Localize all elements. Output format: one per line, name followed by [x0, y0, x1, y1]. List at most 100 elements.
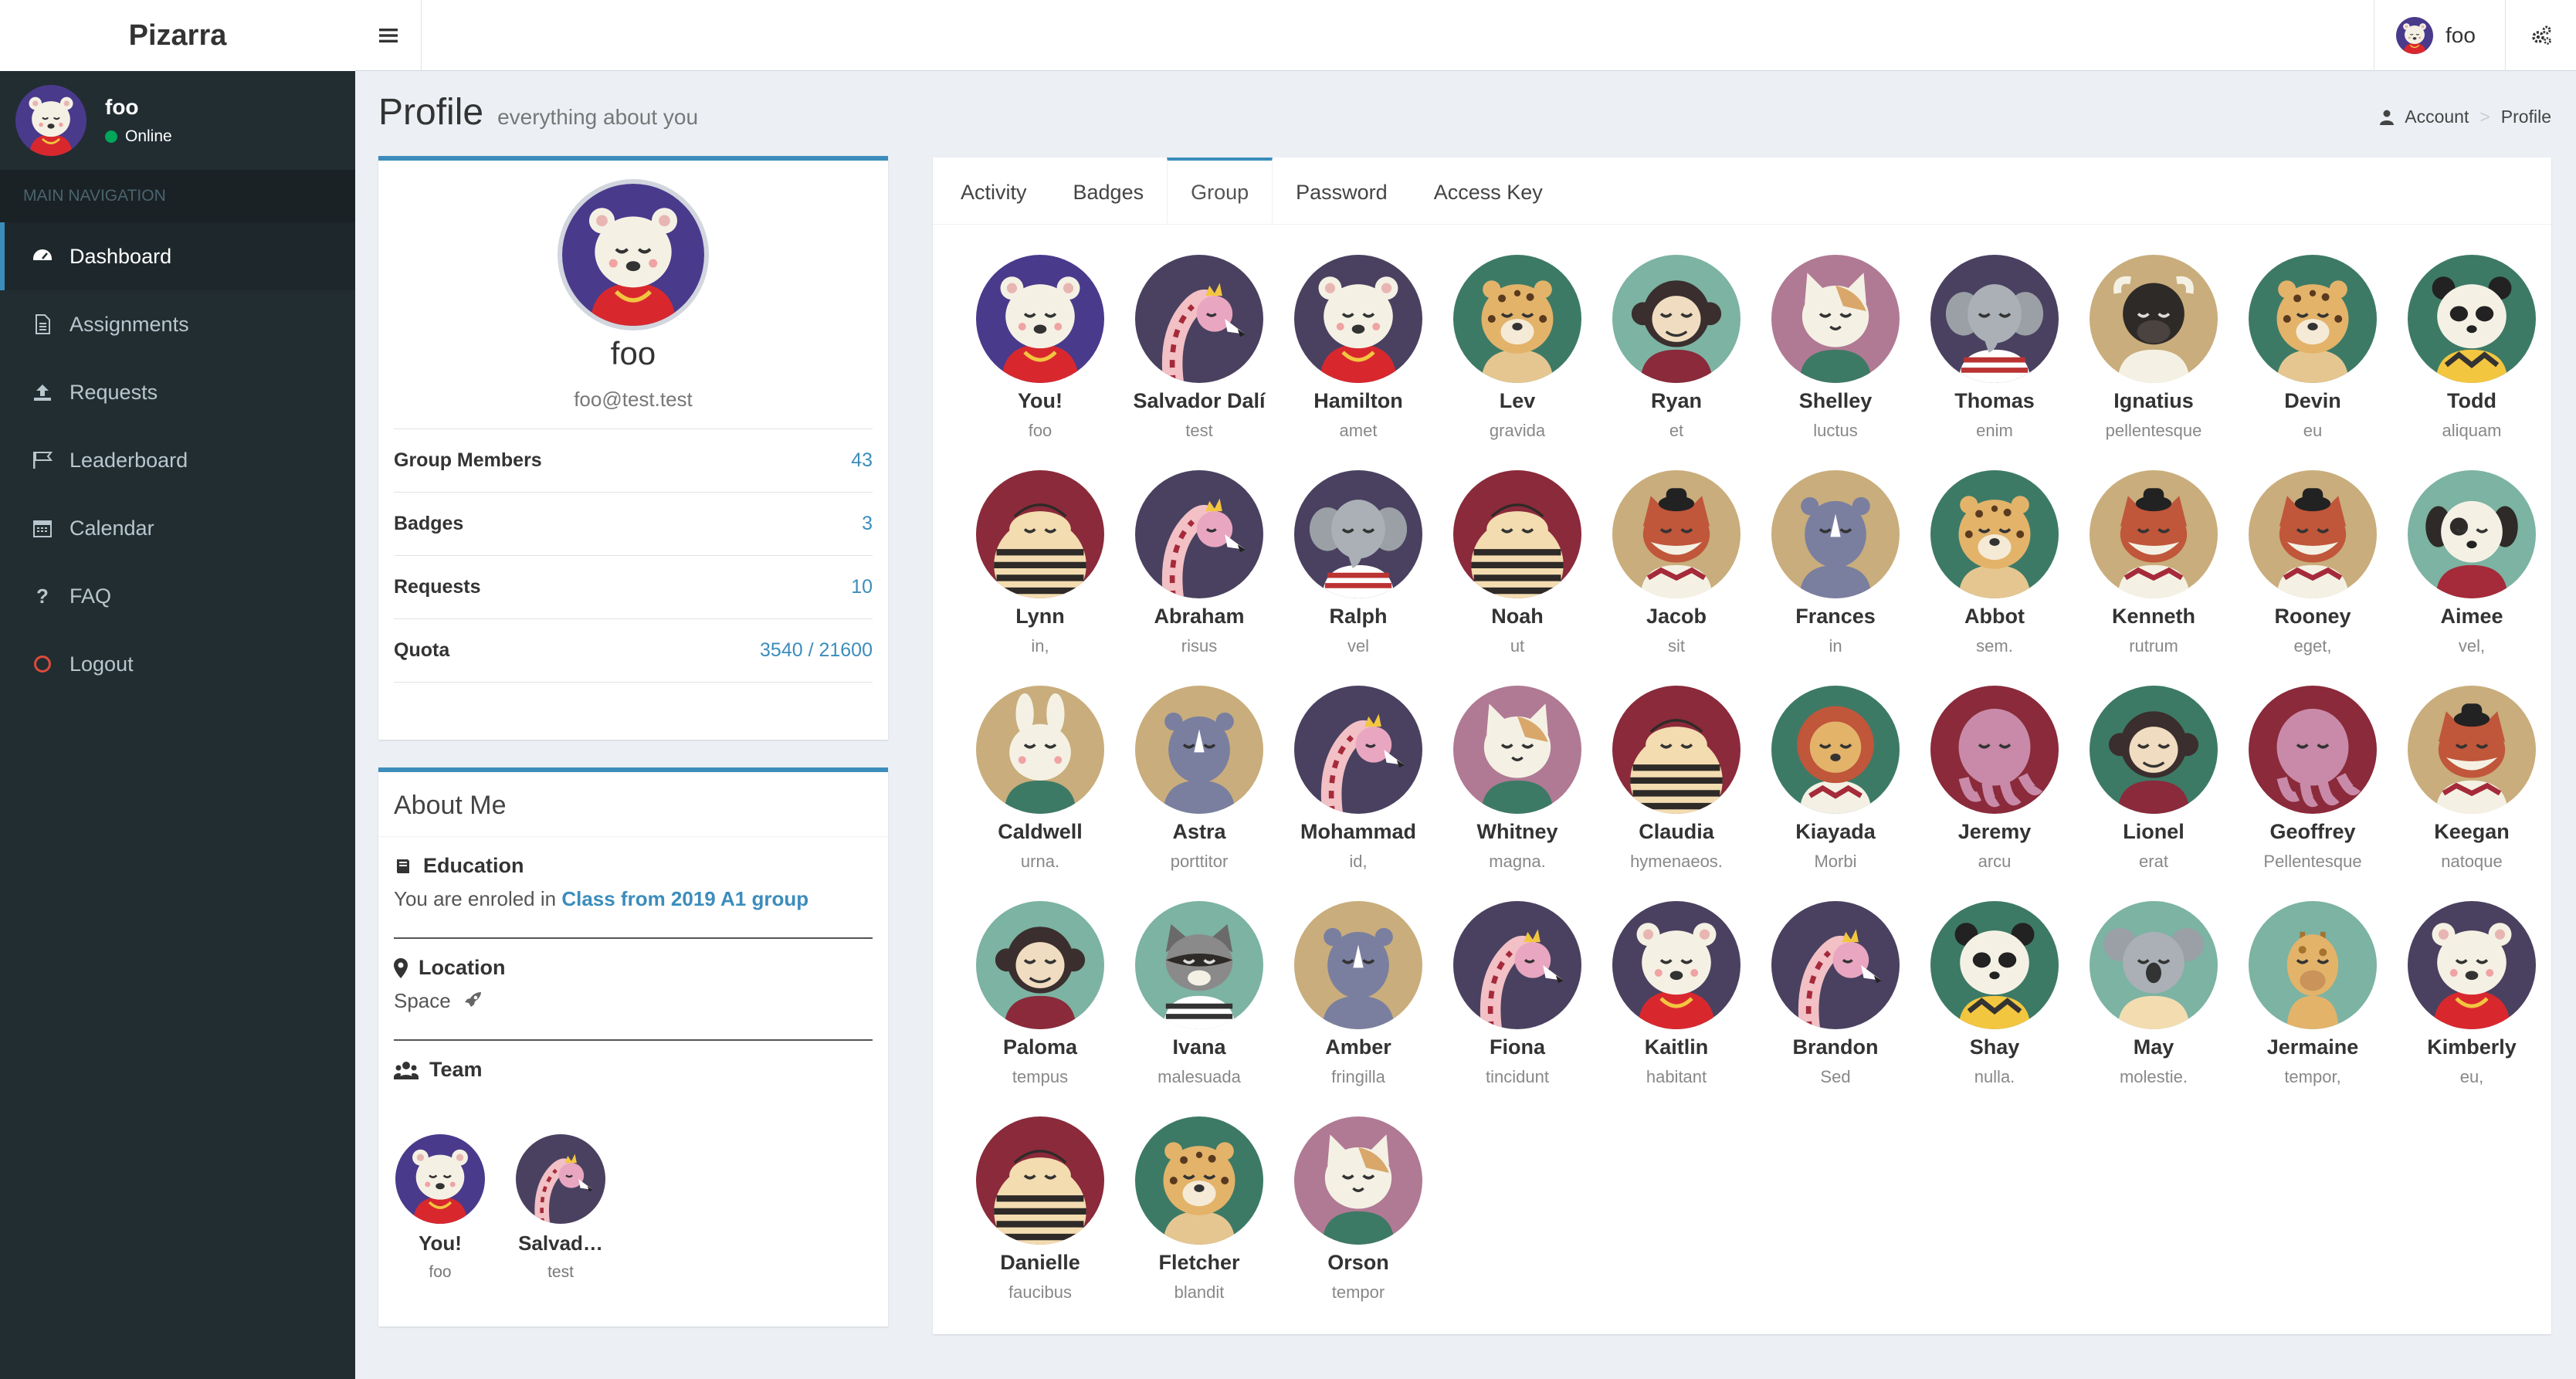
- member-subtitle: sem.: [1976, 636, 2013, 656]
- team-member-subtitle: foo: [429, 1263, 452, 1281]
- group-member-card[interactable]: You! foo: [961, 255, 1120, 441]
- group-member-card[interactable]: Lionel erat: [2074, 686, 2233, 872]
- group-member-card[interactable]: Fletcher blandit: [1120, 1116, 1279, 1303]
- sidebar-item-leaderboard[interactable]: Leaderboard: [0, 426, 355, 494]
- group-member-card[interactable]: Rooney eget,: [2233, 470, 2392, 656]
- group-member-card[interactable]: Kenneth rutrum: [2074, 470, 2233, 656]
- settings-button[interactable]: [2505, 0, 2576, 71]
- group-member-card[interactable]: Kimberly eu,: [2392, 901, 2551, 1087]
- sidebar-item-dashboard[interactable]: Dashboard: [0, 222, 355, 290]
- member-subtitle: tempor: [1331, 1282, 1385, 1302]
- question-icon: ?: [36, 584, 49, 608]
- tab-badges[interactable]: Badges: [1050, 158, 1168, 224]
- education-text: You are enroled in Class from 2019 A1 gr…: [394, 887, 809, 910]
- group-member-card[interactable]: Salvador Dalí test: [1120, 255, 1279, 441]
- group-member-card[interactable]: Keegan natoque: [2392, 686, 2551, 872]
- group-member-card[interactable]: Todd aliquam: [2392, 255, 2551, 441]
- group-member-card[interactable]: Paloma tempus: [961, 901, 1120, 1087]
- avatar: [1612, 470, 1740, 598]
- group-member-card[interactable]: Ivana malesuada: [1120, 901, 1279, 1087]
- tab-password[interactable]: Password: [1273, 158, 1411, 224]
- stat-row: Group Members 43: [394, 429, 873, 493]
- sidebar-toggle-button[interactable]: [355, 0, 422, 71]
- group-member-card[interactable]: Shelley luctus: [1756, 255, 1915, 441]
- app-name: Pizarra: [128, 19, 227, 52]
- group-member-card[interactable]: Orson tempor: [1279, 1116, 1438, 1303]
- group-member-card[interactable]: Whitney magna.: [1438, 686, 1597, 872]
- group-member-card[interactable]: Aimee vel,: [2392, 470, 2551, 656]
- sidebar-item-calendar[interactable]: Calendar: [0, 494, 355, 562]
- group-member-card[interactable]: Shay nulla.: [1915, 901, 2074, 1087]
- group-member-card[interactable]: Thomas enim: [1915, 255, 2074, 441]
- member-subtitle: in,: [1031, 636, 1049, 656]
- user-menu[interactable]: foo: [2374, 0, 2505, 71]
- group-member-card[interactable]: Danielle faucibus: [961, 1116, 1120, 1303]
- group-member-card[interactable]: Kiayada Morbi: [1756, 686, 1915, 872]
- tab-group[interactable]: Group: [1167, 158, 1273, 224]
- group-member-card[interactable]: Caldwell urna.: [961, 686, 1120, 872]
- team-member[interactable]: Salvad… test: [514, 1134, 607, 1282]
- group-member-card[interactable]: Jacob sit: [1597, 470, 1756, 656]
- group-member-card[interactable]: Ignatius pellentesque: [2074, 255, 2233, 441]
- group-member-card[interactable]: Ralph vel: [1279, 470, 1438, 656]
- member-subtitle: gravida: [1489, 421, 1546, 440]
- group-member-card[interactable]: Abbot sem.: [1915, 470, 2074, 656]
- group-member-card[interactable]: Kaitlin habitant: [1597, 901, 1756, 1087]
- member-name: May: [2133, 1035, 2174, 1059]
- stat-value[interactable]: 3: [862, 513, 873, 535]
- member-name: Orson: [1327, 1251, 1389, 1274]
- stat-value[interactable]: 10: [851, 576, 873, 598]
- avatar: [15, 85, 86, 156]
- group-member-card[interactable]: Hamilton amet: [1279, 255, 1438, 441]
- avatar: [1771, 255, 1900, 383]
- member-subtitle: tincidunt: [1486, 1067, 1549, 1086]
- group-member-card[interactable]: Claudia hymenaeos.: [1597, 686, 1756, 872]
- group-member-card[interactable]: Amber fringilla: [1279, 901, 1438, 1087]
- group-member-card[interactable]: Jermaine tempor,: [2233, 901, 2392, 1087]
- rocket-icon: [464, 992, 481, 1007]
- group-member-card[interactable]: Lynn in,: [961, 470, 1120, 656]
- sidebar-item-logout[interactable]: Logout: [0, 630, 355, 698]
- breadcrumb-account[interactable]: Account: [2405, 107, 2469, 127]
- breadcrumb-separator: >: [2479, 107, 2490, 127]
- sidebar-item-assignments[interactable]: Assignments: [0, 290, 355, 358]
- location-label: Location: [419, 956, 506, 979]
- group-member-card[interactable]: Abraham risus: [1120, 470, 1279, 656]
- group-member-card[interactable]: Frances in: [1756, 470, 1915, 656]
- stat-row: Quota 3540 / 21600: [394, 619, 873, 683]
- profile-name: foo: [610, 335, 656, 371]
- group-member-card[interactable]: Mohammad id,: [1279, 686, 1438, 872]
- group-member-card[interactable]: Lev gravida: [1438, 255, 1597, 441]
- group-member-card[interactable]: Ryan et: [1597, 255, 1756, 441]
- group-member-card[interactable]: Brandon Sed: [1756, 901, 1915, 1087]
- top-navbar: foo: [355, 0, 2576, 71]
- tab-access-key[interactable]: Access Key: [1411, 158, 1566, 224]
- group-member-card[interactable]: Geoffrey Pellentesque: [2233, 686, 2392, 872]
- member-name: Ivana: [1172, 1035, 1226, 1059]
- member-name: Paloma: [1002, 1035, 1078, 1059]
- sidebar-item-requests[interactable]: Requests: [0, 358, 355, 426]
- tab-activity[interactable]: Activity: [937, 158, 1050, 224]
- class-link[interactable]: Class from 2019 A1 group: [561, 887, 808, 910]
- group-member-card[interactable]: Astra porttitor: [1120, 686, 1279, 872]
- avatar: [1294, 255, 1422, 383]
- team-member[interactable]: You! foo: [394, 1134, 486, 1282]
- sidebar-item-faq[interactable]: ? FAQ: [0, 562, 355, 630]
- member-subtitle: ut: [1510, 636, 1525, 656]
- group-member-card[interactable]: Fiona tincidunt: [1438, 901, 1597, 1087]
- stat-value[interactable]: 3540 / 21600: [760, 639, 873, 662]
- member-subtitle: natoque: [2441, 852, 2503, 871]
- group-member-card[interactable]: May molestie.: [2074, 901, 2233, 1087]
- member-subtitle: eu,: [2459, 1067, 2484, 1086]
- stat-value[interactable]: 43: [851, 449, 873, 472]
- group-member-card[interactable]: Devin eu: [2233, 255, 2392, 441]
- avatar: [2396, 17, 2433, 54]
- nav-header: MAIN NAVIGATION: [0, 170, 355, 222]
- avatar: [1612, 686, 1740, 814]
- group-member-card[interactable]: Jeremy arcu: [1915, 686, 2074, 872]
- sidebar-item-label: Logout: [69, 652, 134, 676]
- avatar: [1135, 255, 1263, 383]
- member-subtitle: luctus: [1813, 421, 1858, 440]
- group-member-card[interactable]: Noah ut: [1438, 470, 1597, 656]
- app-logo[interactable]: Pizarra: [0, 0, 355, 71]
